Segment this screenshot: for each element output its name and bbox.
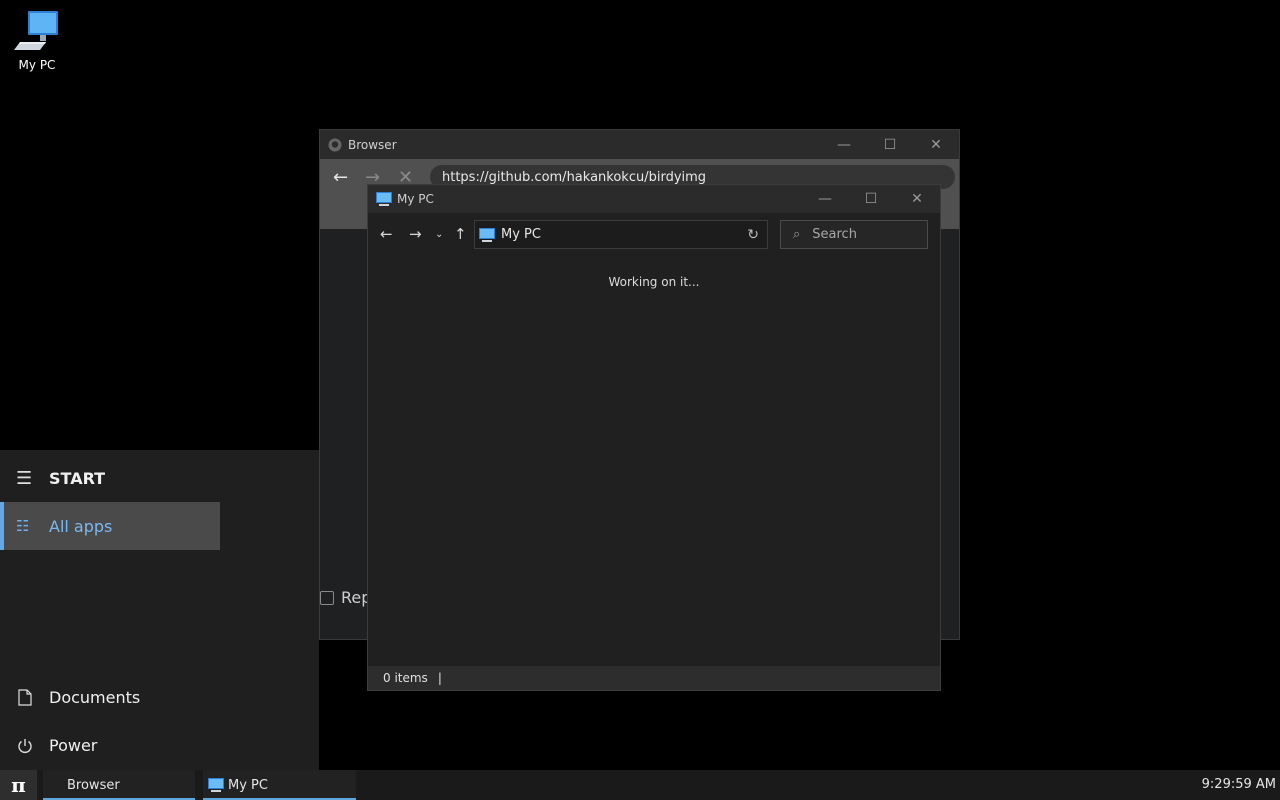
taskbar-item-my-pc[interactable]: My PC: [203, 770, 356, 800]
minimize-button[interactable]: —: [821, 130, 867, 159]
search-input[interactable]: ⌕ Search: [780, 220, 928, 249]
explorer-window[interactable]: My PC — ☐ ✕ ← → ⌄ ↑ My PC ↻ ⌕ Search Wor…: [367, 184, 941, 691]
start-header[interactable]: ☰ START: [16, 468, 105, 489]
minimize-button[interactable]: —: [802, 185, 848, 213]
refresh-icon[interactable]: ↻: [747, 227, 759, 243]
path-text: My PC: [501, 227, 541, 242]
status-bar: 0 items |: [368, 666, 940, 690]
start-button[interactable]: π: [0, 770, 37, 800]
start-menu: ☰ START ☷ All apps Documents Power: [0, 450, 319, 770]
chevron-down-icon[interactable]: ⌄: [435, 229, 443, 240]
minimize-icon: —: [837, 136, 851, 153]
status-separator: |: [437, 671, 442, 685]
taskbar: π Browser My PC 9:29:59 AM: [0, 770, 1280, 800]
documents-label: Documents: [49, 688, 141, 707]
github-icon: [328, 138, 342, 151]
item-count: 0 items: [383, 671, 428, 685]
taskbar-item-browser[interactable]: Browser: [43, 770, 195, 800]
explorer-title: My PC: [397, 192, 434, 206]
close-button[interactable]: ✕: [894, 185, 940, 213]
search-placeholder: Search: [812, 227, 857, 242]
desktop-icon-label: My PC: [18, 58, 56, 72]
back-arrow-icon[interactable]: ←: [333, 169, 351, 187]
power-label: Power: [49, 736, 98, 755]
minimize-icon: —: [818, 191, 832, 207]
desktop-icon-my-pc[interactable]: My PC: [10, 8, 64, 72]
start-title: START: [49, 469, 106, 488]
up-arrow-icon[interactable]: ↑: [454, 225, 467, 243]
checkbox[interactable]: [320, 590, 334, 605]
maximize-icon: ☐: [864, 191, 878, 207]
list-icon: ☷: [16, 517, 30, 535]
back-arrow-icon[interactable]: ←: [380, 225, 393, 243]
forward-arrow-icon[interactable]: →: [409, 225, 422, 243]
power-icon: [18, 738, 32, 753]
close-icon: ✕: [911, 191, 923, 207]
document-icon: [18, 689, 32, 706]
explorer-content: Working on it...: [368, 255, 940, 667]
rep-checkbox-row[interactable]: Rep: [320, 588, 371, 607]
selection-accent: [0, 502, 4, 550]
taskbar-clock: 9:29:59 AM: [1201, 777, 1276, 792]
search-icon: ⌕: [793, 227, 801, 242]
explorer-titlebar[interactable]: My PC — ☐ ✕: [368, 185, 940, 213]
maximize-icon: ☐: [883, 136, 897, 153]
maximize-button[interactable]: ☐: [867, 130, 913, 159]
all-apps-label: All apps: [49, 516, 113, 536]
maximize-button[interactable]: ☐: [848, 185, 894, 213]
loading-message: Working on it...: [608, 275, 700, 289]
taskbar-item-label: My PC: [228, 777, 268, 793]
computer-icon: [208, 778, 224, 792]
explorer-navbar: ← → ⌄ ↑ My PC ↻ ⌕ Search: [368, 213, 940, 255]
computer-icon: [479, 227, 495, 242]
browser-title: Browser: [348, 137, 397, 152]
hamburger-menu-icon[interactable]: ☰: [16, 468, 34, 489]
close-button[interactable]: ✕: [913, 130, 959, 159]
computer-icon: [376, 192, 392, 206]
computer-icon: [14, 11, 58, 50]
start-item-documents[interactable]: Documents: [16, 688, 140, 707]
taskbar-item-label: Browser: [67, 777, 120, 793]
close-icon: ✕: [930, 136, 942, 153]
browser-titlebar[interactable]: Browser — ☐ ✕: [320, 130, 959, 159]
start-item-power[interactable]: Power: [16, 736, 97, 755]
path-bar[interactable]: My PC ↻: [474, 220, 768, 249]
start-item-all-apps[interactable]: ☷ All apps: [0, 502, 220, 550]
